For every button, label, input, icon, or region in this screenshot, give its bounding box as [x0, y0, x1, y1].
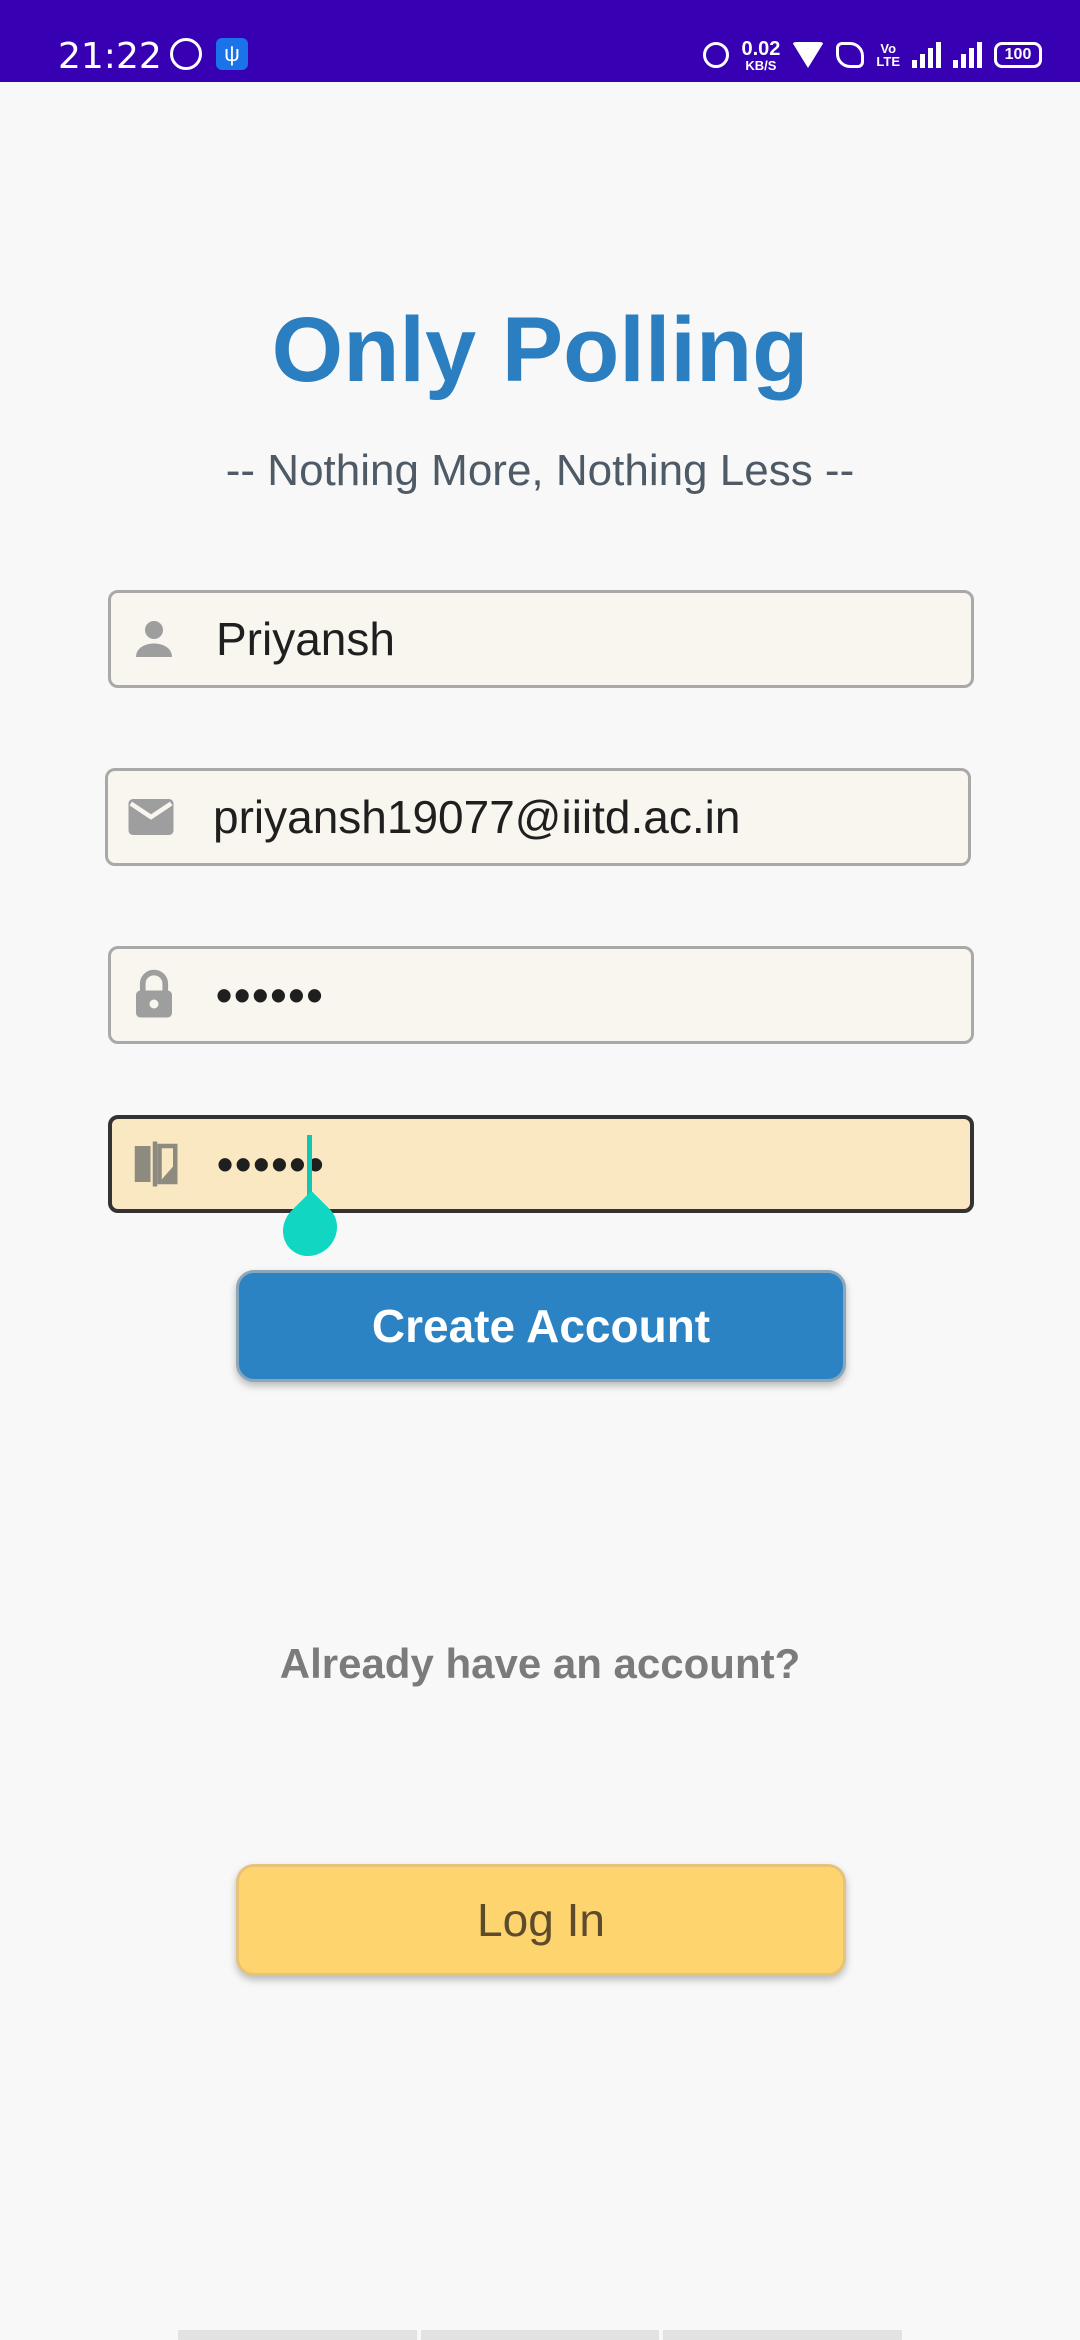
- wifi-icon: [792, 42, 825, 68]
- app-tagline: -- Nothing More, Nothing Less --: [225, 446, 855, 495]
- lock-icon: [136, 969, 172, 1018]
- name-value: Priyansh: [216, 613, 395, 665]
- confirm-password-field[interactable]: ••••••: [108, 1115, 974, 1213]
- keyboard-edge: [178, 2330, 903, 2340]
- create-account-button[interactable]: Create Account: [236, 1270, 846, 1382]
- volte-bottom: LTE: [876, 54, 900, 69]
- login-label: Log In: [477, 1894, 605, 1946]
- already-have-account-text: Already have an account?: [279, 1640, 801, 1687]
- network-speed-value: 0.02: [741, 37, 781, 60]
- network-speed: 0.02 KB/S: [741, 39, 780, 72]
- app-title: Only Polling: [271, 299, 809, 401]
- name-field[interactable]: Priyansh: [108, 590, 974, 688]
- signal-icon: [953, 42, 982, 68]
- mail-icon: [128, 799, 174, 835]
- password-field[interactable]: ••••••: [108, 946, 974, 1044]
- login-button[interactable]: Log In: [236, 1864, 846, 1976]
- password-value: ••••••: [216, 969, 325, 1021]
- status-icons: 0.02 KB/S Vo LTE 100: [703, 38, 1042, 72]
- compare-icon: [134, 1141, 178, 1187]
- alarm-icon: [703, 42, 730, 68]
- signal-icon: [912, 42, 941, 68]
- battery-level: 100: [1004, 46, 1032, 63]
- email-field[interactable]: priyansh19077@iiitd.ac.in: [105, 768, 971, 866]
- wifi-call-icon: [836, 42, 865, 68]
- status-time: 21:22: [58, 36, 162, 77]
- whatsapp-icon: [170, 38, 202, 70]
- usb-icon: ψ: [216, 38, 248, 70]
- volte-icon: Vo LTE: [876, 42, 900, 68]
- person-icon: [136, 621, 172, 657]
- status-bar: 21:22 ψ 0.02 KB/S Vo LTE 100: [0, 0, 1080, 82]
- create-account-label: Create Account: [371, 1300, 711, 1352]
- email-value: priyansh19077@iiitd.ac.in: [213, 791, 741, 843]
- battery-icon: 100: [994, 42, 1042, 68]
- network-speed-unit: KB/S: [745, 57, 777, 73]
